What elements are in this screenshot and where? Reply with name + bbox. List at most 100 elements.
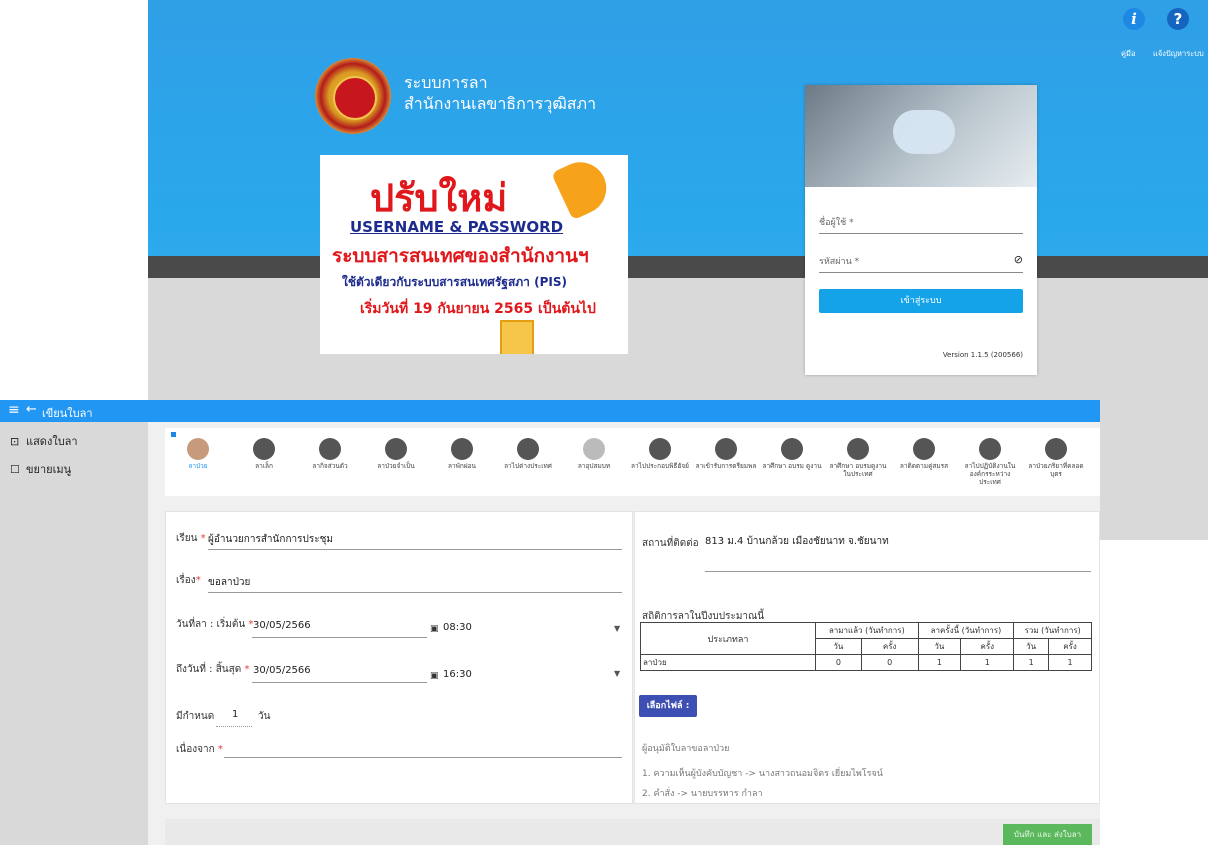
tab-label: ลาป่วยภริยาที่คลอดบุตร <box>1028 462 1084 478</box>
eye-off-icon[interactable]: ⊘ <box>1014 253 1023 266</box>
password-field[interactable]: รหัสผ่าน * ⊘ <box>819 250 1023 273</box>
hiker-icon <box>451 438 473 460</box>
to-label: เรียน * <box>176 533 206 544</box>
tab-military-leave[interactable]: ลาเข้ารับการตรียมพล <box>693 428 759 496</box>
start-date-field[interactable]: 30/05/2566 <box>253 620 311 631</box>
to-field[interactable]: ผู้อำนวยการสำนักการประชุม <box>208 532 333 547</box>
reason-field[interactable] <box>224 756 622 758</box>
tab-label: ลาอุปสมบท <box>577 462 611 470</box>
banner-line3: ระบบสารสนเทศของสำนักงานฯ <box>332 245 589 267</box>
selected-tab-marker <box>171 432 176 437</box>
days-field[interactable]: 1 <box>232 709 238 720</box>
tab-ordination-leave[interactable]: ลาอุปสมบท <box>561 428 627 496</box>
subheader-times: ครั้ง <box>860 638 919 655</box>
study-person-icon <box>847 438 869 460</box>
tab-international-org-leave[interactable]: ลาไปปฏิบัติงานในองค์กรระหว่างประเทศ <box>957 428 1023 496</box>
row-value: 0 <box>860 654 919 671</box>
save-submit-button[interactable]: บันทึก และ ส่งใบลา <box>1003 824 1092 845</box>
booklet-icon <box>500 320 534 354</box>
tab-study-leave[interactable]: ลาศึกษา อบรม ดูงาน <box>759 428 825 496</box>
tab-leave-short[interactable]: ลาเล็ก <box>231 428 297 496</box>
subject-underline <box>208 591 622 593</box>
calendar-icon[interactable]: ▣ <box>430 671 439 681</box>
tab-spouse-leave[interactable]: ลาติดตามคู่สมรส <box>891 428 957 496</box>
username-label: ชื่อผู้ใช้ * <box>819 218 854 228</box>
subject-field[interactable]: ขอลาป่วย <box>208 575 250 590</box>
subject-label: เรื่อง* <box>176 575 201 586</box>
couple-icon <box>913 438 935 460</box>
system-title-line1: ระบบการลา <box>404 73 488 92</box>
total-header: รวม (วันทำการ) <box>1013 622 1092 639</box>
banner-line4: ใช้ตัวเดียวกับระบบสารสนเทศรัฐสภา (PIS) <box>342 275 567 289</box>
row-value: 1 <box>1013 654 1049 671</box>
tab-paternity-leave[interactable]: ลาป่วยภริยาที่คลอดบุตร <box>1023 428 1089 496</box>
choose-file-button[interactable]: เลือกไฟล์ : <box>639 695 697 717</box>
leave-stats-table: ประเภทลา ลามาแล้ว (วันทำการ) ลาครั้งนี้ … <box>640 622 1093 671</box>
login-button[interactable]: เข้าสู่ระบบ <box>819 289 1023 313</box>
days-underline <box>216 725 252 727</box>
start-date-label: วันที่ลา : เริ่มต้น * <box>176 619 254 630</box>
manual-link[interactable]: คู่มือ <box>1121 48 1135 60</box>
person-icon <box>319 438 341 460</box>
announcement-banner: ปรับใหม่ USERNAME & PASSWORD ระบบสารสนเท… <box>320 155 628 354</box>
start-time-field[interactable]: 08:30 <box>443 622 472 633</box>
tab-urgent-sick-leave[interactable]: ลาป่วยจำเป็น <box>363 428 429 496</box>
menu-icon[interactable]: ≡ <box>8 402 20 418</box>
type-header: ประเภทลา <box>640 622 816 655</box>
tab-label: ลาศึกษา อบรม ดูงาน <box>762 462 822 470</box>
contact-field[interactable]: 813 ม.4 บ้านกล้วย เมืองชัยนาท จ.ชัยนาท <box>705 534 889 549</box>
tab-abroad-leave[interactable]: ลาไปต่างประเทศ <box>495 428 561 496</box>
footer-bar <box>165 819 1100 845</box>
password-label: รหัสผ่าน * <box>819 257 860 267</box>
family-icon <box>1045 438 1067 460</box>
help-area: i ? คู่มือ แจ้งปัญหาระบบ <box>1115 6 1208 66</box>
tab-personal-leave[interactable]: ลากิจส่วนตัว <box>297 428 363 496</box>
chevron-down-icon[interactable]: ▼ <box>614 624 620 633</box>
days-unit: วัน <box>258 711 271 722</box>
door-exit-icon <box>253 438 275 460</box>
current-header: ลาครั้งนี้ (วันทำการ) <box>917 622 1015 639</box>
tab-domestic-study-leave[interactable]: ลาศึกษา อบรมดูงานในประเทศ <box>825 428 891 496</box>
tab-label: ลาไปต่างประเทศ <box>504 462 552 470</box>
study-globe-icon <box>781 438 803 460</box>
app-top-bar: ≡ ← เขียนใบลา <box>0 400 1100 422</box>
row-value: 1 <box>960 654 1015 671</box>
senate-seal-center <box>333 76 377 120</box>
medical-person-icon <box>385 438 407 460</box>
report-problem-link[interactable]: แจ้งปัญหาระบบ <box>1153 48 1204 60</box>
tab-label: ลาป่วยจำเป็น <box>377 462 415 470</box>
username-field[interactable]: ชื่อผู้ใช้ * <box>819 211 1023 234</box>
row-value: 1 <box>917 654 962 671</box>
row-value: 0 <box>815 654 862 671</box>
sidebar-item-label: ขยายเมนู <box>26 463 72 476</box>
calendar-icon[interactable]: ▣ <box>430 624 439 634</box>
tab-hajj-leave[interactable]: ลาไปประกอบพิธีฮัจย์ <box>627 428 693 496</box>
sidebar-item-show-leave[interactable]: ⊡ แสดงใบลา <box>10 432 78 450</box>
row-value: 1 <box>1047 654 1093 671</box>
end-date-field[interactable]: 30/05/2566 <box>253 665 311 676</box>
tab-label: ลาเล็ก <box>255 462 273 470</box>
monk-icon <box>583 438 605 460</box>
presentation-icon <box>979 438 1001 460</box>
sidebar: ⊡ แสดงใบลา ☐ ขยายเมนู <box>0 422 148 845</box>
tab-label: ลาศึกษา อบรมดูงานในประเทศ <box>829 462 887 478</box>
tab-label: ลาพักผ่อน <box>447 462 476 470</box>
chevron-down-icon[interactable]: ▼ <box>614 669 620 678</box>
sidebar-item-expand-menu[interactable]: ☐ ขยายเมนู <box>10 460 71 478</box>
approvers-title: ผู้อนุมัติใบลาขอลาป่วย <box>642 744 730 754</box>
back-arrow-icon[interactable]: ← <box>26 402 37 417</box>
question-icon[interactable]: ? <box>1167 8 1189 30</box>
tab-vacation-leave[interactable]: ลาพักผ่อน <box>429 428 495 496</box>
end-time-field[interactable]: 16:30 <box>443 669 472 680</box>
contact-label: สถานที่ติดต่อ <box>642 538 699 549</box>
row-type: ลาป่วย <box>640 654 816 671</box>
tab-sick-leave[interactable]: ลาป่วย <box>165 428 231 496</box>
version-label: Version 1.1.5 (200566) <box>942 351 1023 359</box>
leave-type-tabs: ลาป่วย ลาเล็ก ลากิจส่วนตัว ลาป่วยจำเป็น … <box>165 428 1100 496</box>
table-header-row: ประเภทลา ลามาแล้ว (วันทำการ) ลาครั้งนี้ … <box>640 622 1092 655</box>
page-title: เขียนใบลา <box>42 407 93 420</box>
cast-icon: ⊡ <box>10 435 20 448</box>
banner-line5: เริ่มวันที่ 19 กันยายน 2565 เป็นต้นไป <box>360 301 596 317</box>
info-icon[interactable]: i <box>1123 8 1145 30</box>
to-underline <box>208 548 622 550</box>
